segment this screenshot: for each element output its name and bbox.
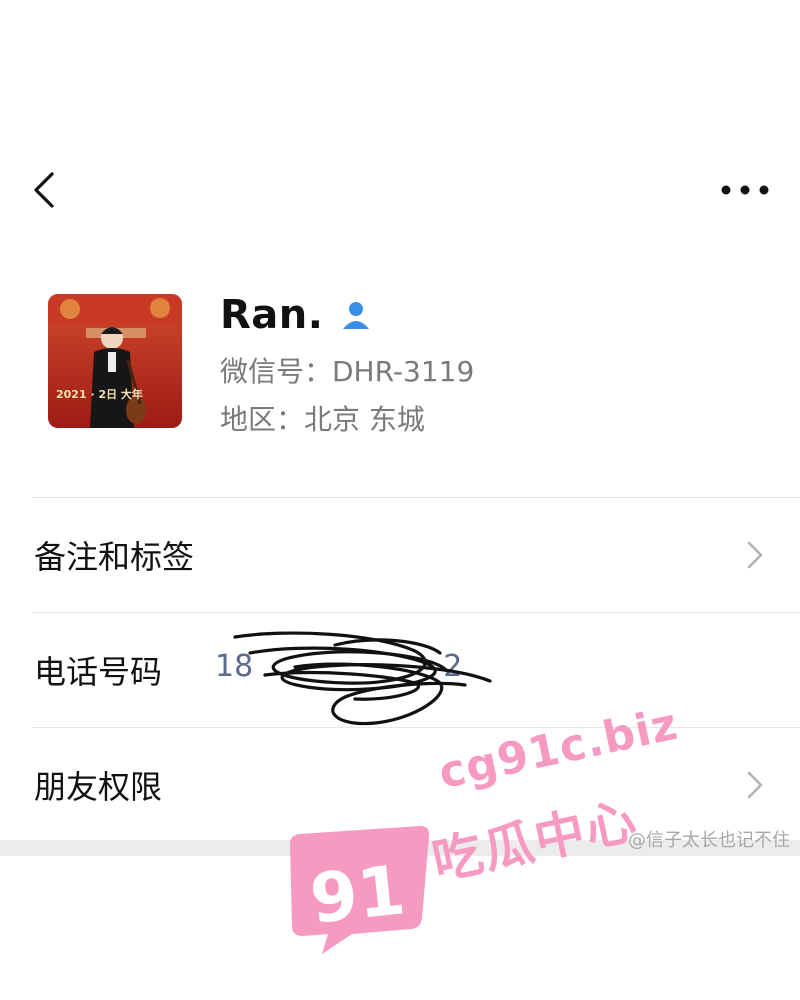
more-options-icon[interactable]	[720, 178, 770, 202]
phone-number-label: 电话号码	[34, 653, 163, 691]
watermark-badge: 91	[290, 826, 430, 954]
redaction-scribble	[233, 631, 492, 726]
chevron-right-icon	[747, 541, 763, 569]
watermark-badge-text: 91	[306, 851, 408, 939]
chevron-right-icon	[747, 771, 763, 799]
region: 地区：北京 东城	[220, 403, 425, 436]
friend-permissions-label: 朋友权限	[34, 768, 163, 806]
back-chevron-icon[interactable]	[28, 168, 64, 212]
avatar-photo: 2021 · 2日 大年	[48, 294, 182, 428]
remarks-and-tags-label: 备注和标签	[34, 538, 195, 576]
contact-name: Ran.	[220, 292, 324, 338]
avatar-caption: 2021 · 2日 大年	[56, 387, 143, 401]
contact-profile: 2021 · 2日 大年 Ran. 微信号：DHR-3119 地区：北京 东城	[0, 290, 800, 440]
avatar[interactable]: 2021 · 2日 大年	[48, 294, 182, 428]
person-icon	[343, 302, 370, 329]
phone-number-row: 电话号码 18 2	[0, 613, 800, 727]
top-navigation	[0, 150, 800, 230]
name-row: Ran.	[220, 290, 373, 340]
remarks-and-tags-row[interactable]: 备注和标签	[0, 498, 800, 612]
wechat-id: 微信号：DHR-3119	[220, 355, 475, 388]
source-credit: @信子太长也记不住	[628, 830, 790, 851]
